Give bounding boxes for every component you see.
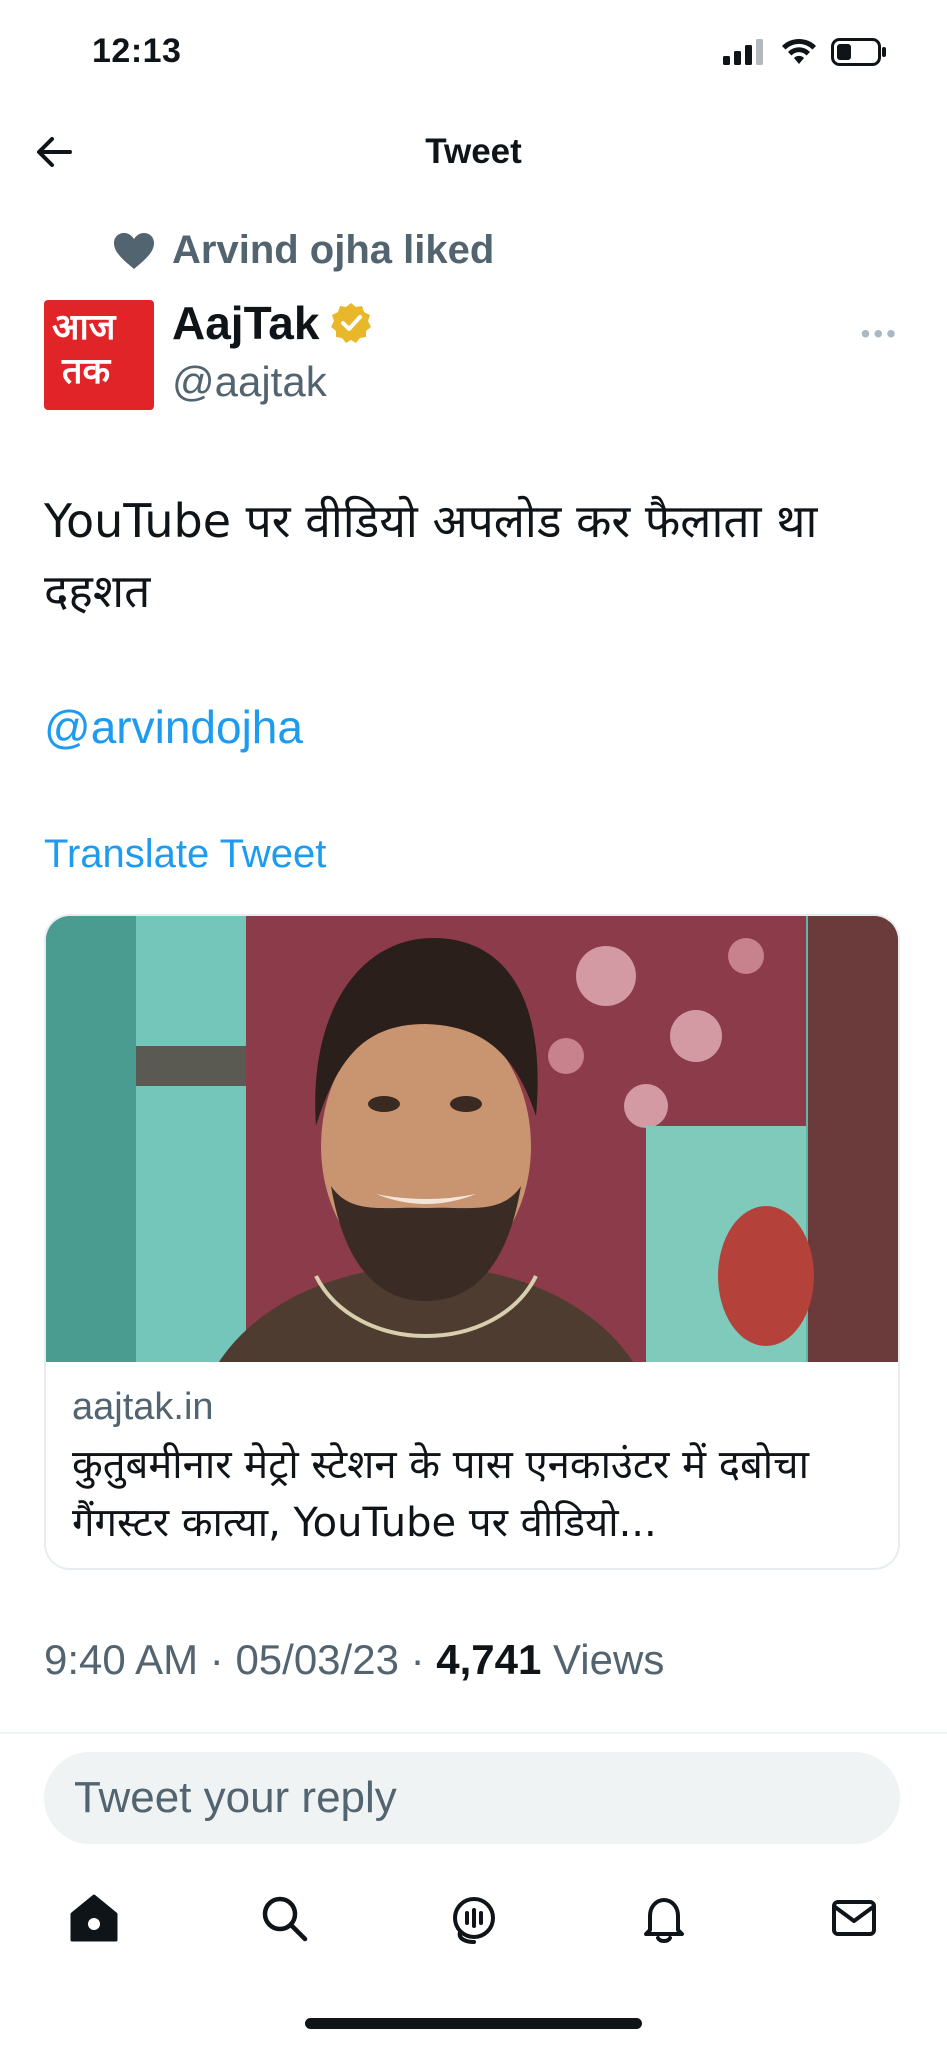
link-card[interactable]: aajtak.in कुतुबमीनार मेट्रो स्टेशन के पा…: [44, 914, 900, 1570]
notifications-icon[interactable]: [636, 1890, 692, 1946]
author-display-name[interactable]: AajTak: [172, 296, 319, 350]
views-label[interactable]: Views: [553, 1636, 664, 1683]
avatar-logo-top: आज: [52, 307, 116, 348]
signal-icon: [723, 39, 763, 65]
views-count[interactable]: 4,741: [436, 1636, 541, 1683]
search-icon[interactable]: [256, 1890, 312, 1946]
more-options-icon[interactable]: •••: [861, 318, 899, 350]
mention-link[interactable]: @arvindojha: [44, 700, 303, 754]
heart-icon: [114, 232, 154, 269]
divider: [0, 1732, 947, 1734]
battery-icon: [831, 38, 886, 66]
author-name-row[interactable]: AajTak: [172, 296, 373, 350]
wifi-icon: [782, 38, 816, 64]
tweet-date: 05/03/23: [235, 1636, 399, 1683]
status-time: 12:13: [92, 32, 182, 70]
spaces-icon[interactable]: [446, 1890, 502, 1946]
card-image[interactable]: [46, 916, 898, 1362]
status-icons: [723, 38, 887, 66]
card-domain: aajtak.in: [72, 1386, 214, 1428]
tweet-meta: 9:40 AM · 05/03/23 · 4,741 Views: [44, 1636, 665, 1683]
home-icon[interactable]: [66, 1890, 122, 1946]
home-indicator[interactable]: [305, 2018, 642, 2029]
translate-tweet-link[interactable]: Translate Tweet: [44, 832, 326, 877]
avatar[interactable]: आज तक: [44, 300, 154, 410]
avatar-logo-bottom: तक: [62, 351, 111, 392]
tweet-time: 9:40 AM: [44, 1636, 199, 1683]
messages-icon[interactable]: [826, 1890, 882, 1946]
page-title: Tweet: [425, 132, 522, 171]
card-title: कुतुबमीनार मेट्रो स्टेशन के पास एनकाउंटर…: [72, 1442, 809, 1546]
tweet-text: YouTube पर वीडियो अपलोड कर फैलाता था दहश…: [44, 494, 818, 618]
social-context: Arvind ojha liked: [112, 228, 494, 273]
reply-input[interactable]: Tweet your reply: [44, 1752, 900, 1844]
verified-badge-icon[interactable]: [329, 301, 373, 345]
author-handle[interactable]: @aajtak: [172, 358, 327, 406]
social-context-label: Arvind ojha liked: [172, 228, 495, 272]
